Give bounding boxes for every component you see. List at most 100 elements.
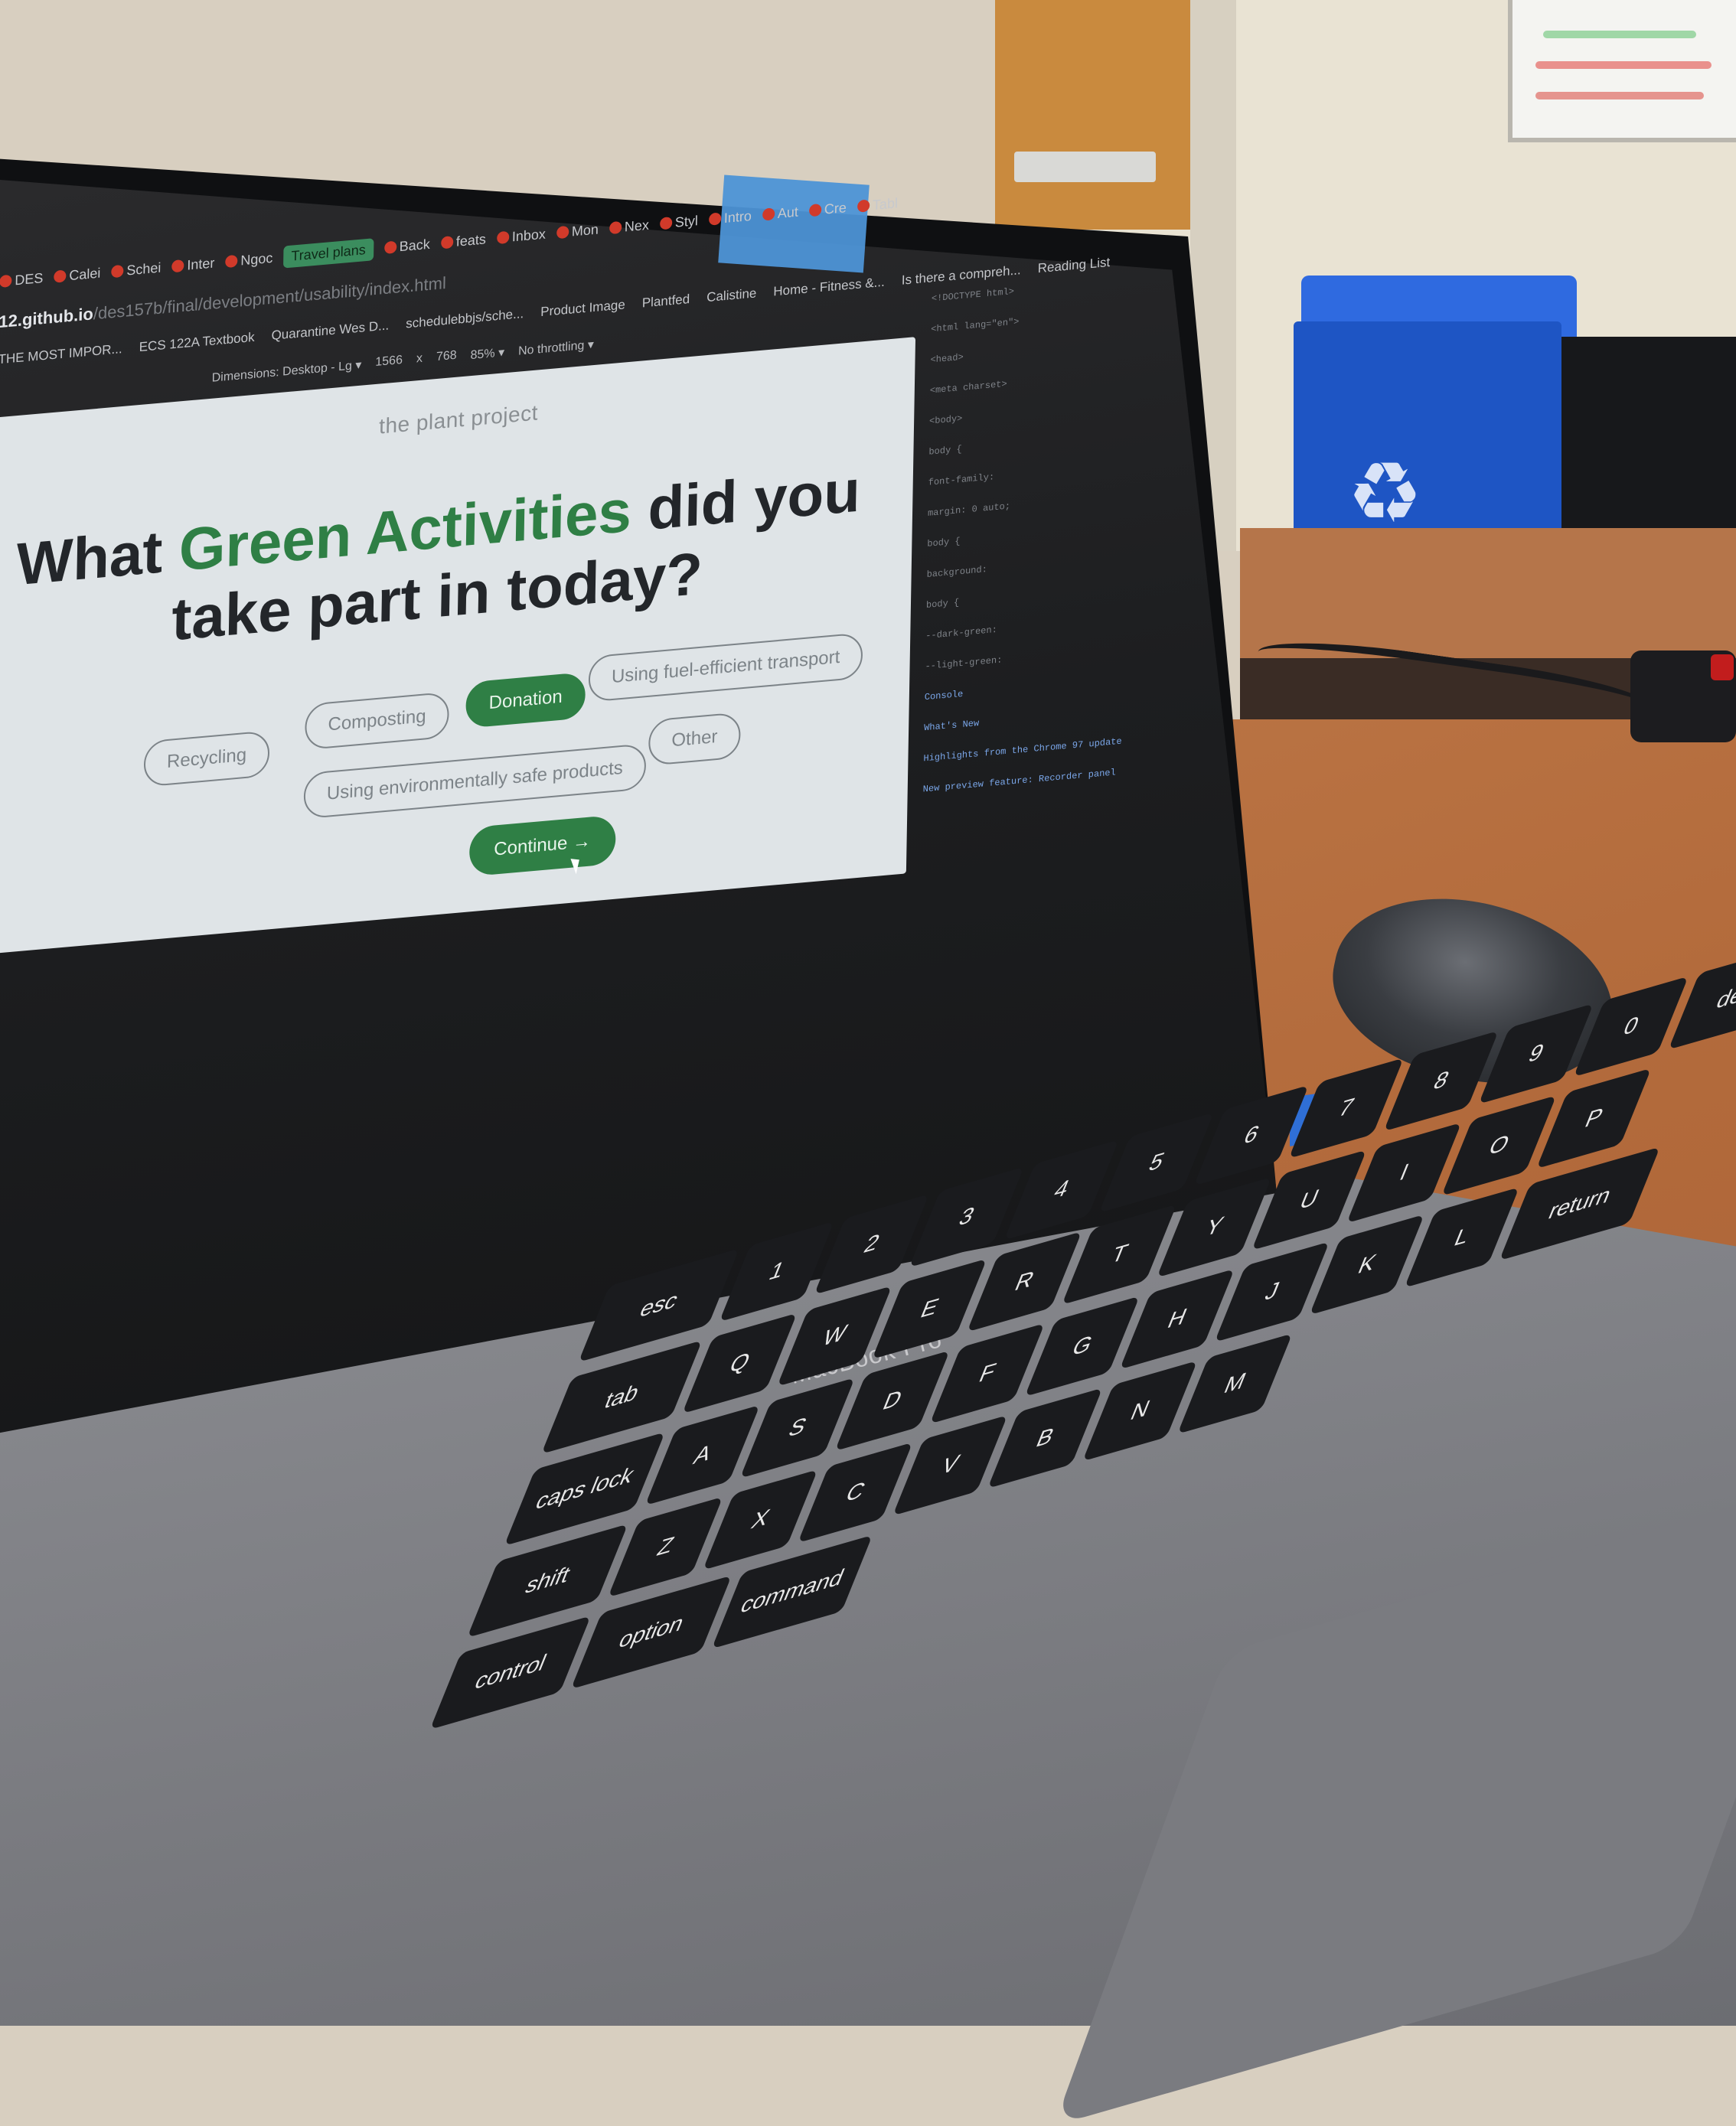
devtools-line: body { <box>928 443 962 458</box>
devtools-line: --light-green: <box>925 654 1003 673</box>
bookmark-item[interactable]: schedulebbjs/sche... <box>406 306 524 332</box>
zoom-dropdown[interactable]: 85% ▾ <box>470 344 504 363</box>
devtools-line: background: <box>926 564 987 580</box>
chip-environmentally-safe-products[interactable]: Using environmentally safe products <box>303 743 647 820</box>
tab-label: Mon <box>571 220 599 240</box>
devtools-line: body { <box>927 536 961 549</box>
devtools-line: font-family: <box>928 471 995 488</box>
bookmark-item[interactable]: Quarantine Wes D... <box>271 318 389 344</box>
browser-tab[interactable]: Cre <box>808 200 847 219</box>
devtools-line: <html lang="en"> <box>931 316 1020 335</box>
key-v[interactable]: V <box>892 1415 1008 1516</box>
tab-label: Back <box>399 236 430 254</box>
tab-label: Travel plans <box>291 241 366 264</box>
tab-label: Inter <box>187 254 215 273</box>
tab-label: Schei <box>126 259 162 279</box>
whiteboard-writing <box>1535 92 1704 99</box>
tab-favicon-icon <box>225 254 238 269</box>
devtools-line: body { <box>925 597 960 611</box>
key-j[interactable]: J <box>1214 1241 1330 1342</box>
key-c[interactable]: C <box>798 1442 913 1544</box>
browser-tab[interactable]: Schei <box>111 259 162 280</box>
browser-tab[interactable]: Tabl <box>857 195 898 215</box>
bookmark-item[interactable]: Product Image <box>540 297 625 320</box>
tab-label: Tabl <box>872 194 899 213</box>
browser-tab[interactable]: Ngoc <box>225 249 273 269</box>
key-k[interactable]: K <box>1309 1214 1424 1316</box>
key-n[interactable]: N <box>1082 1360 1198 1462</box>
brand-logo-text: the plant project <box>378 400 539 439</box>
browser-tab[interactable]: Back <box>383 236 430 256</box>
key-0[interactable]: 0 <box>1573 976 1689 1078</box>
chip-other[interactable]: Other <box>648 712 741 766</box>
tab-label: feats <box>455 230 487 249</box>
tab-favicon-icon <box>808 203 822 217</box>
title-prefix: What <box>15 516 180 598</box>
devtools-line: <meta charset> <box>929 378 1007 396</box>
chip-composting[interactable]: Composting <box>304 691 450 751</box>
chip-fuel-efficient-transport[interactable]: Using fuel-efficient transport <box>588 632 863 703</box>
throttling-dropdown[interactable]: No throttling ▾ <box>518 337 594 359</box>
devtools-line: New preview feature: Recorder panel <box>922 767 1116 795</box>
devtools-line: What's New <box>924 717 980 734</box>
chip-donation[interactable]: Donation <box>465 672 586 729</box>
browser-tab[interactable]: feats <box>440 230 487 251</box>
chip-recycling[interactable]: Recycling <box>143 730 270 787</box>
tab-favicon-icon <box>708 212 722 226</box>
bookmark-item[interactable]: Plantfed <box>642 292 690 311</box>
whiteboard-writing <box>1543 31 1696 38</box>
tab-label: Styl <box>674 212 699 230</box>
browser-tab[interactable]: Aut <box>762 204 798 223</box>
tab-favicon-icon <box>383 240 396 255</box>
bookmark-item[interactable]: Home - Fitness &... <box>773 275 885 300</box>
tab-label: Aut <box>777 204 799 221</box>
browser-tab[interactable]: Inter <box>171 254 215 275</box>
page-title: What Green Activities did you take part … <box>0 453 898 671</box>
page-viewport: the plant project What Green Activities … <box>0 337 916 954</box>
browser-tab[interactable]: Nex <box>609 217 649 236</box>
whiteboard-writing <box>1535 61 1712 69</box>
tab-label: DES <box>15 269 44 288</box>
devtools-line: margin: 0 auto; <box>927 501 1011 519</box>
tab-label: Intro <box>723 207 752 226</box>
browser-tab[interactable]: Intro <box>708 207 752 227</box>
tab-favicon-icon <box>857 199 870 213</box>
tab-label: Nex <box>624 217 650 235</box>
devtools-line: --dark-green: <box>925 624 997 642</box>
height-input[interactable]: 768 <box>436 349 457 366</box>
browser-tab[interactable]: DES <box>0 270 44 290</box>
browser-tab[interactable]: Inbox <box>496 226 547 246</box>
key-b[interactable]: B <box>987 1387 1103 1489</box>
bookmark-item[interactable]: ECS 122A Textbook <box>139 330 255 355</box>
recycle-icon: ♻ <box>1347 446 1423 540</box>
dimensions-dropdown[interactable]: Dimensions: Desktop - Lg ▾ <box>212 357 362 386</box>
browser-tab[interactable]: Travel plans <box>283 237 374 269</box>
tab-favicon-icon <box>609 220 622 235</box>
devtools-line: <head> <box>930 351 964 366</box>
devtools-line: Highlights from the Chrome 97 update <box>923 735 1122 765</box>
times-symbol: x <box>416 351 423 366</box>
devtools-panel: <!DOCTYPE html> <html lang="en"> <head> <me… <box>918 271 1184 1098</box>
tab-favicon-icon <box>111 264 124 279</box>
bookmark-item[interactable]: Calistine <box>706 285 757 305</box>
tab-label: Calei <box>69 264 101 283</box>
tab-favicon-icon <box>762 207 775 221</box>
tab-label: Inbox <box>511 226 547 244</box>
bookmark-item[interactable]: Reading List <box>1038 255 1111 276</box>
tab-favicon-icon <box>659 217 672 230</box>
key-m[interactable]: M <box>1177 1333 1293 1434</box>
browser-window: DES Calei Schei Inter Ngoc Travel plans Back fe… <box>0 148 1194 1241</box>
browser-tab[interactable]: Calei <box>54 264 101 285</box>
browser-tab[interactable]: Styl <box>659 212 699 232</box>
width-input[interactable]: 1566 <box>375 354 403 371</box>
devtools-line: Console <box>924 688 964 703</box>
bookmark-item[interactable]: THE MOST IMPOR... <box>0 341 122 367</box>
url-domain: 12.github.io <box>0 304 94 332</box>
browser-tab[interactable]: Mon <box>556 221 599 241</box>
continue-button[interactable]: Continue → <box>468 814 616 877</box>
key-l[interactable]: L <box>1404 1187 1519 1288</box>
bookmark-item[interactable]: Is there a compreh... <box>902 262 1021 289</box>
tab-favicon-icon <box>496 230 509 245</box>
power-switch <box>1711 654 1734 680</box>
devtools-line: <body> <box>928 412 963 427</box>
